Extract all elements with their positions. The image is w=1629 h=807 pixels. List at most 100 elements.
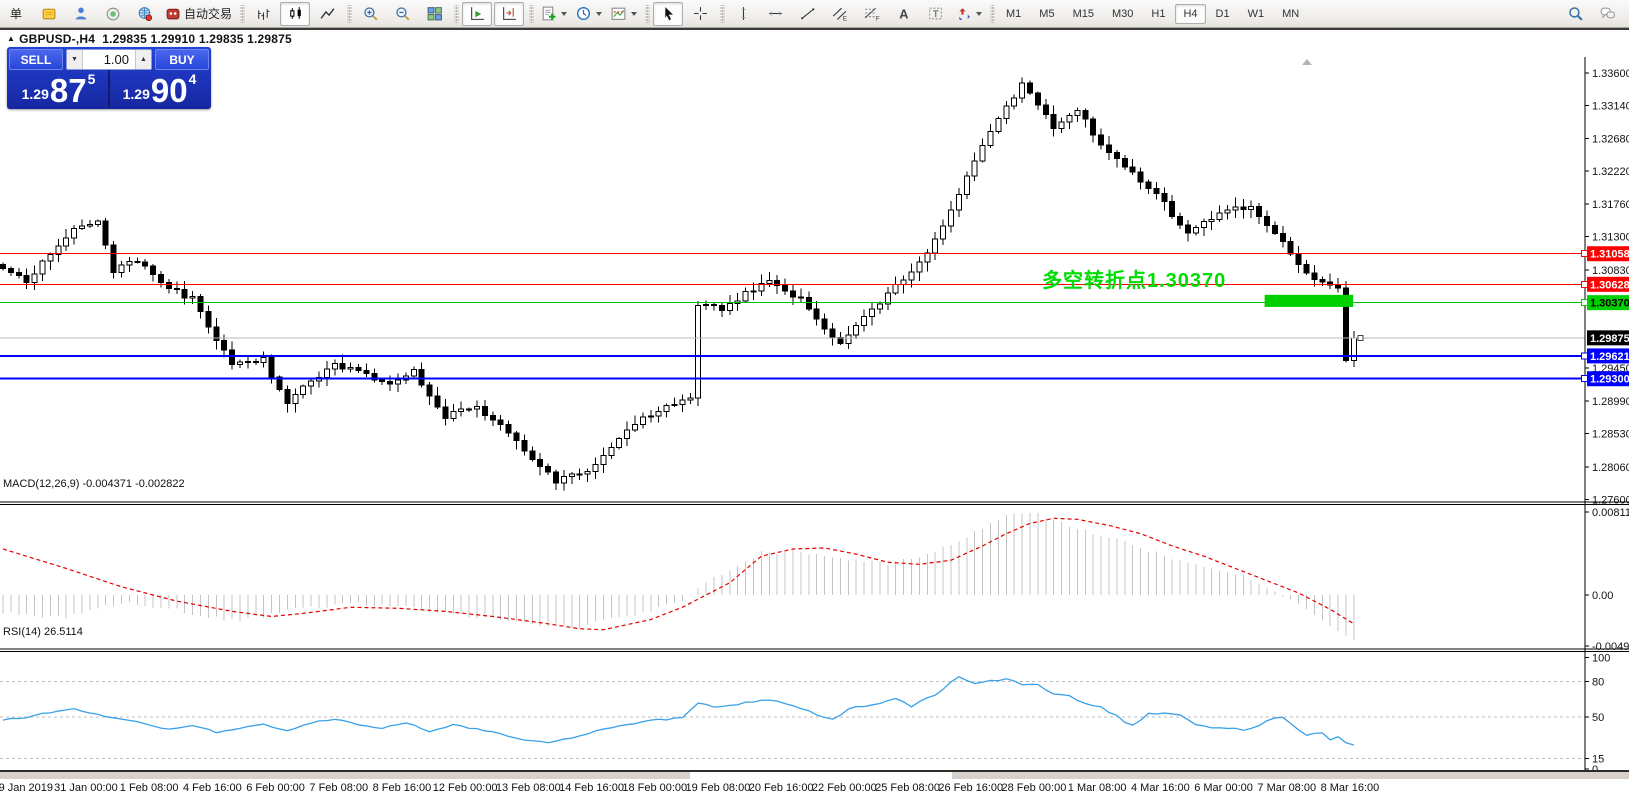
horizontal-line-button[interactable] — [760, 2, 790, 26]
news-button[interactable] — [97, 2, 127, 26]
volume-down-button[interactable]: ▼ — [67, 50, 83, 69]
shift-icon — [501, 5, 518, 22]
svg-text:1.28530: 1.28530 — [1592, 428, 1629, 440]
chevron-down-icon[interactable] — [976, 12, 982, 16]
toolbar-grip — [645, 5, 650, 23]
text-button[interactable]: A — [888, 2, 918, 26]
tf-m30-button[interactable]: M30 — [1104, 4, 1141, 24]
svg-text:1 Mar 08:00: 1 Mar 08:00 — [1068, 782, 1127, 794]
svg-text:14 Feb 16:00: 14 Feb 16:00 — [559, 782, 624, 794]
price-axis[interactable]: 1.336001.331401.326801.322201.317601.313… — [1582, 57, 1629, 776]
channel-button[interactable]: E — [824, 2, 854, 26]
svg-text:28 Feb 00:00: 28 Feb 00:00 — [1002, 782, 1067, 794]
toolbar-grip — [529, 5, 534, 23]
vertical-line-button[interactable] — [728, 2, 758, 26]
svg-text:29 Jan 2019: 29 Jan 2019 — [0, 782, 53, 794]
svg-text:1 Feb 08:00: 1 Feb 08:00 — [120, 782, 179, 794]
crosshair-button[interactable] — [685, 2, 715, 26]
bottom-strip-highlight — [690, 772, 952, 779]
tile-windows-button[interactable] — [419, 2, 449, 26]
tf-w1-button-label: W1 — [1248, 8, 1265, 20]
auto-scroll-button[interactable] — [462, 2, 492, 26]
chevron-down-icon[interactable] — [631, 12, 637, 16]
search-button[interactable] — [1560, 2, 1590, 26]
tf-h1-button[interactable]: H1 — [1143, 4, 1173, 24]
green-highlight-rect[interactable] — [1265, 295, 1353, 307]
current-price-marker — [1358, 335, 1363, 340]
svg-text:22 Feb 00:00: 22 Feb 00:00 — [812, 782, 877, 794]
bar-chart-button[interactable] — [248, 2, 278, 26]
favorites-button[interactable] — [129, 2, 159, 26]
new-order-button[interactable]: 单 — [1, 2, 31, 26]
svg-text:1.30370: 1.30370 — [1590, 298, 1629, 310]
svg-text:0.008114: 0.008114 — [1592, 507, 1629, 519]
chevron-down-icon[interactable] — [561, 12, 567, 16]
bottom-strip — [0, 772, 1629, 779]
sell-price[interactable]: 1.29875 — [9, 70, 108, 107]
candlestick-button[interactable] — [280, 2, 310, 26]
svg-text:25 Feb 08:00: 25 Feb 08:00 — [875, 782, 940, 794]
globe-icon — [136, 5, 153, 22]
svg-text:1.30830: 1.30830 — [1592, 265, 1629, 277]
tf-mn-button[interactable]: MN — [1274, 4, 1307, 24]
tf-m1-button-label: M1 — [1006, 8, 1021, 20]
tf-d1-button[interactable]: D1 — [1208, 4, 1238, 24]
svg-text:1.31300: 1.31300 — [1592, 232, 1629, 244]
indicators-button[interactable] — [537, 2, 570, 26]
svg-text:1.30628: 1.30628 — [1590, 279, 1629, 291]
charts-button[interactable] — [33, 2, 63, 26]
volume-input[interactable]: 1.00 — [83, 50, 135, 69]
auto-trading-button[interactable]: 自动交易 — [161, 2, 235, 26]
line-chart-button[interactable] — [312, 2, 342, 26]
svg-text:1.28990: 1.28990 — [1592, 396, 1629, 408]
svg-text:1.29875: 1.29875 — [1590, 333, 1629, 345]
periods-button[interactable] — [572, 2, 605, 26]
macd-histogram — [3, 513, 1354, 640]
chart-shift-button[interactable] — [494, 2, 524, 26]
expand-triangle-icon[interactable]: ▲ — [7, 34, 15, 43]
volume-up-button[interactable]: ▲ — [135, 50, 151, 69]
robot-icon — [164, 5, 181, 22]
chat-button[interactable] — [1592, 2, 1622, 26]
chevron-down-icon[interactable] — [596, 12, 602, 16]
tf-m5-button[interactable]: M5 — [1031, 4, 1062, 24]
sell-button[interactable]: SELL — [9, 49, 63, 70]
templates-button[interactable] — [607, 2, 640, 26]
arrows-button[interactable] — [952, 2, 985, 26]
arrows-icon — [955, 5, 972, 22]
svg-text:50: 50 — [1592, 712, 1604, 724]
bars-icon — [255, 5, 272, 22]
chart-canvas[interactable]: 29 Jan 201931 Jan 00:001 Feb 08:004 Feb … — [0, 56, 1629, 807]
chart-shift-marker[interactable] — [1302, 59, 1312, 65]
svg-text:7 Mar 08:00: 7 Mar 08:00 — [1257, 782, 1316, 794]
svg-text:1.32680: 1.32680 — [1592, 133, 1629, 145]
svg-text:1.31760: 1.31760 — [1592, 199, 1629, 211]
tf-w1-button[interactable]: W1 — [1240, 4, 1273, 24]
tf-mn-button-label: MN — [1282, 8, 1299, 20]
tf-m15-button[interactable]: M15 — [1065, 4, 1102, 24]
label-button[interactable]: T — [920, 2, 950, 26]
svg-text:1.29300: 1.29300 — [1590, 374, 1629, 386]
svg-text:4 Mar 16:00: 4 Mar 16:00 — [1131, 782, 1190, 794]
buy-price[interactable]: 1.29904 — [110, 70, 209, 107]
svg-text:7 Feb 08:00: 7 Feb 08:00 — [309, 782, 368, 794]
tf-m1-button[interactable]: M1 — [998, 4, 1029, 24]
cursor-icon — [660, 5, 677, 22]
zoom-in-button[interactable] — [355, 2, 385, 26]
svg-text:A: A — [899, 6, 908, 21]
chart-window[interactable]: 29 Jan 201931 Jan 00:001 Feb 08:004 Feb … — [0, 28, 1629, 772]
svg-text:20 Feb 16:00: 20 Feb 16:00 — [749, 782, 814, 794]
svg-text:13 Feb 08:00: 13 Feb 08:00 — [496, 782, 561, 794]
tf-h4-button-label: H4 — [1183, 8, 1197, 20]
cursor-button[interactable] — [653, 2, 683, 26]
vline-icon — [735, 5, 752, 22]
template-icon — [610, 5, 627, 22]
buy-button[interactable]: BUY — [155, 49, 209, 70]
fibonacci-button[interactable]: F — [856, 2, 886, 26]
profile-button[interactable] — [65, 2, 95, 26]
tf-h4-button[interactable]: H4 — [1175, 4, 1205, 24]
svg-text:100: 100 — [1592, 653, 1610, 665]
pivot-annotation-text[interactable]: 多空转折点1.30370 — [1042, 264, 1226, 293]
zoom-out-button[interactable] — [387, 2, 417, 26]
trendline-button[interactable] — [792, 2, 822, 26]
